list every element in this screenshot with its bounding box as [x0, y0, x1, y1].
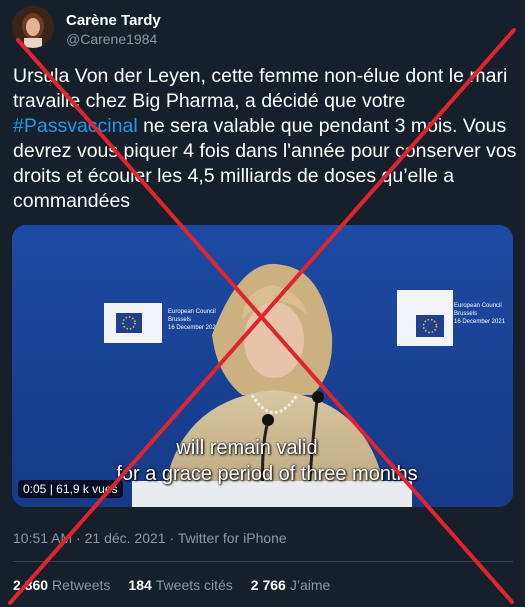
quote-tweets-stat[interactable]: 184 Tweets cités	[128, 577, 232, 593]
retweets-label: Retweets	[52, 577, 111, 593]
video-subtitle-line2: for a grace period of three months	[116, 463, 418, 485]
eu-council-logo-right	[397, 290, 453, 346]
divider	[13, 561, 513, 562]
avatar-image	[12, 6, 54, 48]
tweet-source[interactable]: Twitter for iPhone	[178, 530, 287, 546]
display-name[interactable]: Carène Tardy	[66, 12, 161, 29]
tweet-metadata: 10:51 AM · 21 déc. 2021 · Twitter for iP…	[13, 530, 287, 546]
tweet-card: Carène Tardy @Carene1984 Ursula Von der …	[0, 0, 525, 607]
quote-tweets-label: Tweets cités	[155, 577, 233, 593]
user-handle[interactable]: @Carene1984	[66, 31, 157, 47]
eu-council-logo-left	[104, 303, 162, 343]
likes-stat[interactable]: 2 766 J’aime	[251, 577, 331, 593]
tweet-stats: 2 860 Retweets 184 Tweets cités 2 766 J’aim…	[13, 577, 330, 593]
video-player[interactable]: European Council Brussels 16 December 20…	[12, 225, 513, 507]
video-duration-views-badge: 0:05 | 61,9 k vues	[18, 480, 123, 498]
hashtag-link[interactable]: #Passvaccinal	[13, 115, 138, 137]
backdrop-label-right-1: European Council	[454, 303, 502, 309]
quote-tweets-count: 184	[128, 577, 152, 593]
backdrop-label-right-2: Brussels	[454, 311, 477, 317]
likes-label: J’aime	[289, 577, 331, 593]
retweets-count: 2 860	[13, 577, 49, 593]
backdrop-label-left-2: Brussels	[168, 317, 191, 323]
tweet-date[interactable]: 21 déc. 2021	[85, 530, 166, 546]
video-subtitle-line1: will remain valid	[176, 437, 318, 459]
tweet-text: Ursula Von der Leyen, cette femme non-él…	[13, 64, 518, 214]
backdrop-label-left-3: 16 December 2021	[168, 325, 220, 331]
backdrop-label-left-1: European Council	[168, 309, 216, 315]
backdrop-label-right-3: 16 December 2021	[454, 319, 506, 325]
likes-count: 2 766	[250, 577, 286, 593]
tweet-time[interactable]: 10:51 AM	[13, 530, 72, 546]
avatar[interactable]	[12, 6, 54, 48]
meta-separator-1: ·	[72, 530, 85, 546]
meta-separator-2: ·	[165, 530, 178, 546]
retweets-stat[interactable]: 2 860 Retweets	[13, 577, 110, 593]
tweet-text-part1: Ursula Von der Leyen, cette femme non-él…	[13, 65, 513, 112]
